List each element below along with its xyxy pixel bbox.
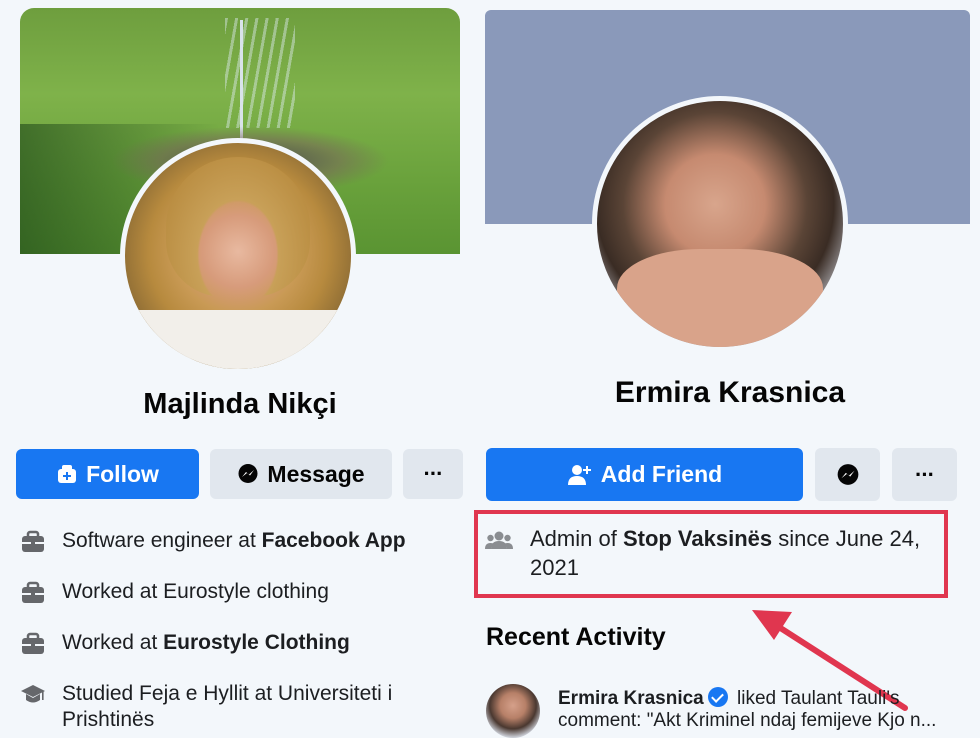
activity-avatar[interactable]: [486, 684, 540, 738]
intro-item: Software engineer at Facebook App: [20, 528, 460, 555]
activity-text: Ermira Krasnica liked Taulant Tauli's co…: [558, 687, 956, 738]
avatar-shoulders: [616, 248, 824, 347]
intro-prefix: Software engineer at: [62, 529, 262, 552]
maypole-ribbons: [225, 18, 295, 128]
workplace-link[interactable]: Eurostyle Clothing: [163, 631, 350, 654]
intro-prefix: Worked at Eurostyle clothing: [62, 580, 329, 603]
messenger-button[interactable]: [815, 448, 880, 501]
add-friend-label: Add Friend: [600, 461, 723, 487]
avatar-hair: [165, 156, 311, 297]
intro-text: Worked at Eurostyle clothing: [62, 579, 329, 605]
avatar-blouse: [125, 310, 351, 369]
maypole: [240, 20, 243, 140]
group-icon: [485, 531, 513, 549]
recent-activity-heading: Recent Activity: [486, 623, 666, 651]
follow-icon: [58, 465, 77, 483]
add-friend-icon: [567, 464, 591, 485]
workplace-link[interactable]: Facebook App: [262, 529, 406, 552]
admin-info: Admin of Stop Vaksinës since June 24, 20…: [484, 524, 944, 582]
more-options-button[interactable]: ···: [403, 449, 463, 499]
message-button[interactable]: Message: [210, 449, 392, 499]
follow-button[interactable]: Follow: [16, 449, 199, 499]
messenger-icon: [837, 463, 858, 485]
more-label: ···: [915, 461, 935, 487]
activity-actor-link[interactable]: Ermira Krasnica: [558, 688, 704, 709]
intro-text: Software engineer at Facebook App: [62, 528, 406, 554]
verified-badge-icon: [707, 687, 728, 707]
intro-prefix: Worked at: [62, 631, 164, 654]
admin-prefix: Admin of: [530, 526, 623, 551]
activity-item[interactable]: Ermira Krasnica liked Taulant Tauli's co…: [486, 684, 956, 738]
profile-name: Majlinda Nikçi: [143, 388, 337, 420]
intro-list: Software engineer at Facebook App Worked…: [20, 528, 460, 738]
briefcase-icon: [22, 581, 44, 603]
group-link[interactable]: Stop Vaksinës: [623, 526, 772, 551]
intro-prefix: Studied Feja e Hyllit at Universiteti i …: [62, 682, 393, 731]
profile-avatar[interactable]: [592, 96, 848, 352]
message-label: Message: [267, 460, 365, 487]
intro-item: Worked at Eurostyle Clothing: [20, 630, 460, 657]
briefcase-icon: [22, 530, 44, 552]
admin-text: Admin of Stop Vaksinës since June 24, 20…: [530, 524, 944, 582]
profile-avatar[interactable]: [120, 138, 356, 374]
briefcase-icon: [22, 632, 44, 654]
intro-text: Worked at Eurostyle Clothing: [62, 630, 350, 656]
intro-text: Studied Feja e Hyllit at Universiteti i …: [62, 681, 460, 733]
more-options-button[interactable]: ···: [892, 448, 957, 501]
intro-item: Studied Feja e Hyllit at Universiteti i …: [20, 681, 460, 733]
profile-name: Ermira Krasnica: [614, 376, 846, 409]
add-friend-button[interactable]: Add Friend: [486, 448, 803, 501]
messenger-icon: [238, 464, 258, 483]
graduation-cap-icon: [21, 685, 45, 703]
more-label: ···: [423, 461, 444, 486]
intro-item: Worked at Eurostyle clothing: [20, 579, 460, 606]
follow-label: Follow: [86, 460, 159, 487]
